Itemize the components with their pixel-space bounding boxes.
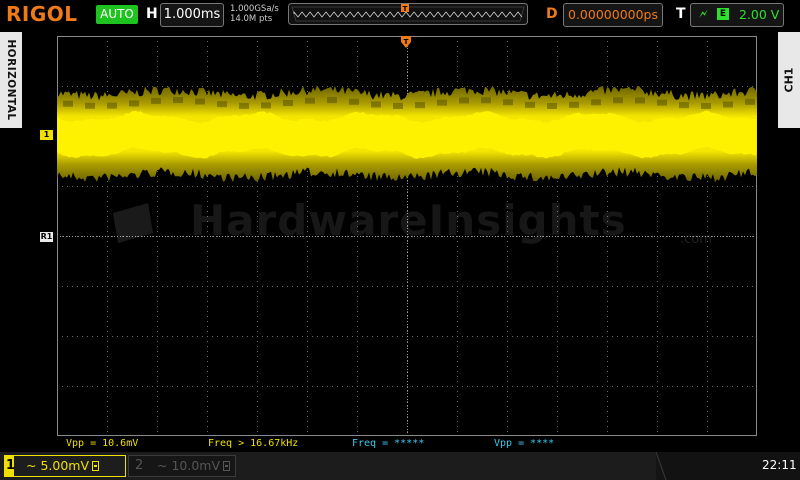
ch1-noise-gap — [195, 98, 205, 105]
ch1-noise-gap — [283, 100, 293, 107]
watermark-suffix: .com — [680, 232, 712, 247]
bandwidth-limit-icon — [223, 461, 231, 471]
ch1-tab-label: CH1 — [782, 67, 796, 93]
ch2-scale-group: ~ 10.0mV — [157, 458, 231, 473]
ch1-noise-gap — [173, 97, 183, 104]
run-mode-badge[interactable]: AUTO — [96, 5, 138, 24]
system-clock: 22:11 — [762, 458, 797, 472]
ch1-offset-marker[interactable]: 1 — [40, 130, 53, 140]
ch1-scale: ~ 5.00mV — [26, 458, 90, 473]
ch1-noise-gap — [679, 102, 689, 109]
ch1-noise-gap — [481, 97, 491, 104]
bandwidth-limit-icon — [92, 461, 100, 471]
ch1-noise-gap — [327, 97, 337, 104]
rising-edge-icon: 🗲 — [699, 7, 708, 22]
ch1-noise-gap — [723, 101, 733, 108]
rigol-logo: RIGOL — [6, 2, 78, 26]
external-source-icon: E — [717, 8, 729, 20]
ch1-waveform-trace — [57, 85, 757, 183]
ch1-noise-gap — [415, 102, 425, 109]
ch1-noise-gap — [107, 102, 117, 109]
ch1-noise-gap — [525, 101, 535, 108]
ch1-noise-gap — [547, 102, 557, 109]
ch1-noise-gap — [305, 97, 315, 104]
ch1-noise-gap — [349, 98, 359, 105]
ch1-noise-gap — [63, 100, 73, 107]
sample-rate: 1.000GSa/s — [230, 4, 279, 14]
ch1-scale-button[interactable]: 1 ~ 5.00mV — [4, 455, 126, 477]
ch1-number: 1 — [6, 458, 16, 473]
ch1-noise-gap — [85, 102, 95, 109]
ch1-noise-gap — [569, 101, 579, 108]
measurement-bar: Vpp = 10.6mV Freq > 16.67kHz Freq = ****… — [57, 436, 757, 451]
ch1-noise-gap — [393, 102, 403, 109]
ch2-number: 2 — [135, 458, 144, 473]
ch1-noise-gap — [745, 98, 755, 105]
trigger-position-icon: T — [401, 4, 409, 13]
acquisition-info: 1.000GSa/s 14.0M pts — [230, 4, 279, 24]
measurement-freq-ch1[interactable]: Freq > 16.67kHz — [208, 436, 298, 451]
ch1-noise-gap — [261, 102, 271, 109]
ch1-noise-gap — [591, 99, 601, 106]
watermark-logo-icon — [113, 203, 153, 243]
ch1-noise-gap — [459, 97, 469, 104]
timebase-display[interactable]: 1.000ms — [160, 3, 224, 27]
memory-depth: 14.0M pts — [230, 14, 273, 24]
horizontal-delay-display[interactable]: 0.00000000ps — [563, 3, 663, 27]
channel-status-bar: 1 ~ 5.00mV 2 ~ 10.0mV — [0, 452, 800, 480]
ch1-menu-tab[interactable]: CH1 — [778, 32, 800, 128]
ch1-noise-gap — [613, 97, 623, 104]
trigger-settings-display[interactable]: 🗲 E 2.00 V — [690, 3, 784, 27]
measurement-vpp-ch2[interactable]: Vpp = **** — [494, 436, 554, 451]
ch1-noise-gap — [239, 102, 249, 109]
svg-text:T: T — [404, 38, 409, 46]
ch1-noise-gap — [503, 99, 513, 106]
ch1-scale-group: ~ 5.00mV — [26, 458, 100, 473]
horizontal-tab-label: HORIZONTAL — [5, 39, 17, 121]
ch1-noise-gap — [701, 102, 711, 109]
measurement-vpp-ch1[interactable]: Vpp = 10.6mV — [66, 436, 138, 451]
ch1-noise-gap — [151, 97, 161, 104]
memory-overview-bar[interactable]: T — [288, 3, 528, 25]
measurement-freq-ch2[interactable]: Freq = ***** — [352, 436, 424, 451]
top-status-bar: RIGOL AUTO H 1.000ms 1.000GSa/s 14.0M pt… — [0, 0, 800, 30]
ch2-scale: ~ 10.0mV — [157, 458, 221, 473]
ch1-noise-gap — [371, 101, 381, 108]
ref1-offset-marker[interactable]: R1 — [40, 232, 53, 242]
horizontal-label: H — [146, 6, 158, 22]
ch1-noise-gap — [635, 97, 645, 104]
ch1-noise-gap — [657, 99, 667, 106]
horizontal-menu-tab[interactable]: HORIZONTAL — [0, 32, 22, 128]
delay-label: D — [546, 6, 558, 22]
watermark-text: HardwareInsights — [190, 196, 627, 245]
ch1-noise-gap — [437, 99, 447, 106]
ch2-scale-button[interactable]: 2 ~ 10.0mV — [128, 455, 236, 477]
svg-text:T: T — [403, 5, 408, 13]
ch1-noise-gap — [129, 100, 139, 107]
trigger-level: 2.00 V — [739, 7, 780, 22]
trigger-label: T — [676, 6, 686, 22]
ch1-noise-gap — [217, 101, 227, 108]
